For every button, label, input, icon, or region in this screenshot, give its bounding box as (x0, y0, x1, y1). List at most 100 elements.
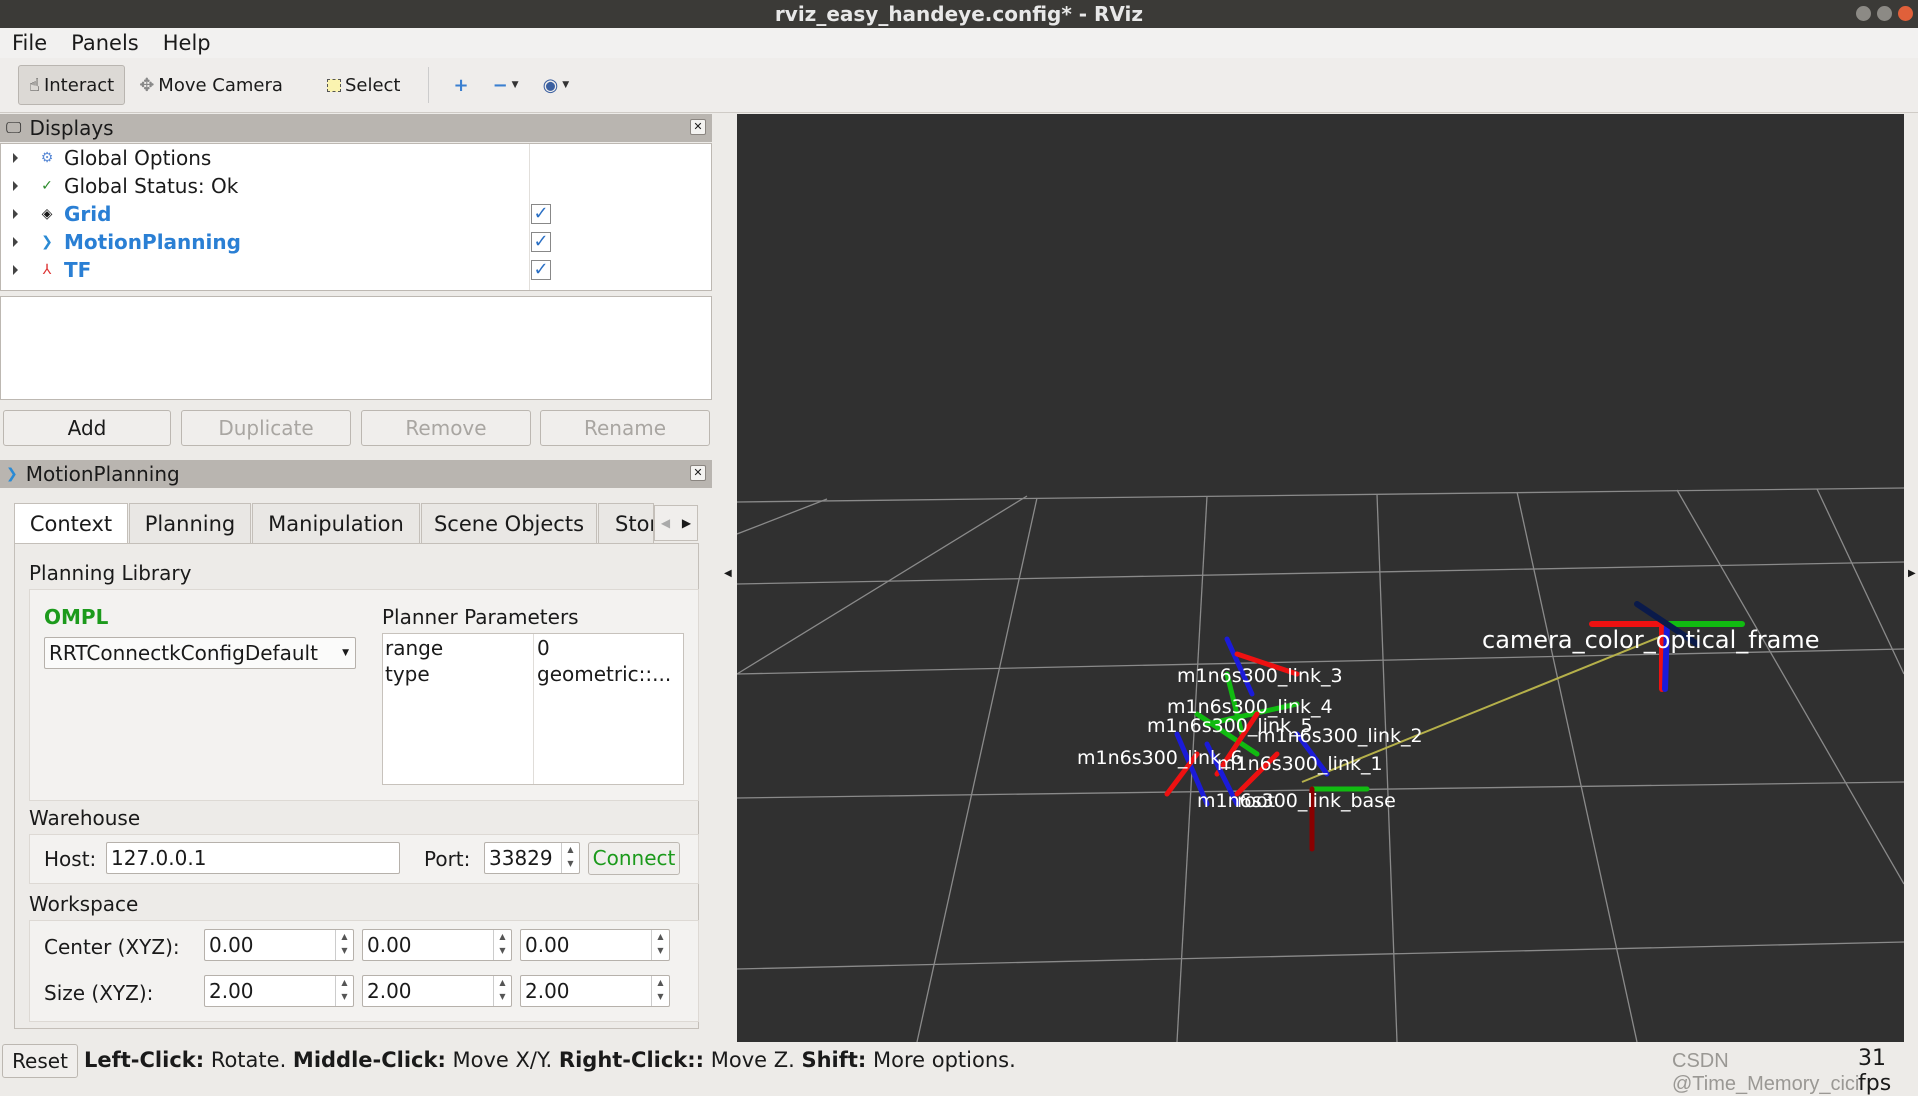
port-value: 33829 (489, 846, 553, 870)
value: 0.00 (209, 933, 254, 957)
spin-arrows-icon[interactable]: ▲ ▼ (561, 843, 579, 873)
expand-arrow-icon[interactable] (13, 265, 18, 275)
close-motionplanning-icon[interactable]: ✕ (690, 465, 706, 481)
close-button[interactable] (1898, 6, 1913, 21)
status-bar: Reset Left-Click: Rotate. Middle-Click: … (0, 1042, 1918, 1096)
value: 2.00 (525, 979, 570, 1003)
size-y-spinbox[interactable]: 2.00 ▲ ▼ (362, 975, 512, 1007)
close-displays-icon[interactable]: ✕ (690, 119, 706, 135)
display-item-global-status[interactable]: ✓ Global Status: Ok (1, 172, 711, 200)
tf-label: m1n6s300_link_6 (1077, 747, 1243, 769)
expand-arrow-icon[interactable] (13, 237, 18, 247)
maximize-button[interactable] (1877, 6, 1892, 21)
display-item-tf[interactable]: ⅄ TF ✓ (1, 256, 711, 284)
menu-bar: File Panels Help (0, 28, 1918, 58)
center-label: Center (XYZ): (44, 935, 180, 959)
tf-label: m1n6s300_link_base (1197, 790, 1396, 812)
camera-view-icon[interactable]: ◉ ▼ (533, 65, 580, 105)
item-label: Global Status: Ok (64, 174, 239, 198)
expand-arrow-icon[interactable] (13, 153, 18, 163)
motionplanning-checkbox[interactable]: ✓ (531, 232, 551, 252)
remove-button[interactable]: Remove (361, 410, 531, 446)
hint-text: More options. (866, 1048, 1016, 1072)
item-label: Global Options (64, 146, 212, 170)
displays-title: Displays (29, 116, 114, 140)
display-description-box (0, 296, 712, 400)
fps-counter: 31 fps (1858, 1046, 1892, 1096)
tf-axes-icon: ⅄ (42, 262, 52, 278)
tf-label: root (1237, 790, 1275, 812)
motionplanning-panel-header: ❯ MotionPlanning ✕ (0, 460, 712, 488)
tab-scroll-buttons[interactable]: ◀ ▶ (654, 505, 698, 541)
tab-planning[interactable]: Planning (129, 503, 251, 544)
spin-arrows-icon[interactable]: ▲ ▼ (651, 930, 669, 960)
collapse-left-icon[interactable]: ◀ (724, 568, 732, 579)
display-item-motionplanning[interactable]: ❯ MotionPlanning ✓ (1, 228, 711, 256)
menu-file[interactable]: File (0, 28, 59, 58)
reset-button[interactable]: Reset (2, 1044, 78, 1078)
gear-icon: ⚙ (40, 150, 54, 166)
interact-tool-button[interactable]: ☝ Interact (18, 65, 126, 105)
status-help-text: Left-Click: Rotate. Middle-Click: Move X… (84, 1048, 1016, 1072)
motion-planning-icon: ❯ (6, 466, 18, 482)
select-tool-button[interactable]: Select (317, 65, 411, 105)
port-spinbox[interactable]: 33829 ▲ ▼ (484, 842, 580, 874)
display-item-grid[interactable]: ◈ Grid ✓ (1, 200, 711, 228)
display-item-global-options[interactable]: ⚙ Global Options (1, 144, 711, 172)
chevron-down-icon: ▼ (342, 648, 349, 658)
move-icon: ✥ (139, 74, 155, 96)
tab-scene-objects[interactable]: Scene Objects (421, 503, 597, 544)
collapse-right-icon[interactable]: ▶ (1908, 568, 1916, 579)
grid-checkbox[interactable]: ✓ (531, 204, 551, 224)
planner-select[interactable]: RRTConnectkConfigDefault ▼ (44, 637, 356, 669)
expand-arrow-icon[interactable] (13, 181, 18, 191)
connect-button[interactable]: Connect (588, 842, 680, 875)
spin-arrows-icon[interactable]: ▲ ▼ (651, 976, 669, 1006)
host-input[interactable]: 127.0.0.1 (106, 842, 400, 874)
monitor-icon: 🖵 (6, 118, 22, 137)
hint-text: Rotate. (204, 1048, 293, 1072)
tab-context[interactable]: Context (14, 503, 128, 545)
spin-arrows-icon[interactable]: ▲ ▼ (335, 930, 353, 960)
window-title: rviz_easy_handeye.config* - RViz (774, 2, 1144, 26)
rename-button[interactable]: Rename (540, 410, 710, 446)
center-x-spinbox[interactable]: 0.00 ▲ ▼ (204, 929, 354, 961)
add-tool-icon[interactable]: + (443, 65, 478, 105)
menu-help[interactable]: Help (151, 28, 223, 58)
scroll-right-icon[interactable]: ▶ (682, 506, 691, 540)
value: 2.00 (367, 979, 412, 1003)
workspace-group: Center (XYZ): 0.00 ▲ ▼ 0.00 ▲ ▼ 0.00 ▲ ▼ Size … (29, 920, 699, 1022)
tf-checkbox[interactable]: ✓ (531, 260, 551, 280)
planning-library-label: Planning Library (29, 561, 192, 585)
scroll-left-icon[interactable]: ◀ (661, 506, 670, 540)
center-z-spinbox[interactable]: 0.00 ▲ ▼ (520, 929, 670, 961)
hint-key: Left-Click: (84, 1048, 205, 1072)
duplicate-button[interactable]: Duplicate (181, 410, 351, 446)
spin-arrows-icon[interactable]: ▲ ▼ (493, 976, 511, 1006)
toolbar: ☝ Interact ✥ Move Camera Select + − ▼ ◉ ▼ (0, 58, 1918, 113)
spin-arrows-icon[interactable]: ▲ ▼ (335, 976, 353, 1006)
remove-tool-icon[interactable]: − ▼ (483, 65, 529, 105)
tab-manipulation[interactable]: Manipulation (252, 503, 420, 544)
toolbar-divider (428, 67, 430, 103)
param-value[interactable]: geometric::... (537, 662, 671, 686)
minimize-button[interactable] (1856, 6, 1871, 21)
window-title-bar: rviz_easy_handeye.config* - RViz (0, 0, 1918, 28)
move-camera-tool-button[interactable]: ✥ Move Camera (129, 65, 293, 105)
expand-arrow-icon[interactable] (13, 209, 18, 219)
spin-arrows-icon[interactable]: ▲ ▼ (493, 930, 511, 960)
value: 2.00 (209, 979, 254, 1003)
3d-render-view[interactable]: m1n6s300_link_3 m1n6s300_link_4 m1n6s300… (736, 114, 1905, 1043)
center-y-spinbox[interactable]: 0.00 ▲ ▼ (362, 929, 512, 961)
param-value[interactable]: 0 (537, 636, 550, 660)
size-z-spinbox[interactable]: 2.00 ▲ ▼ (520, 975, 670, 1007)
add-button[interactable]: Add (3, 410, 171, 446)
interact-label: Interact (43, 74, 115, 96)
param-key: range (385, 636, 444, 660)
3d-scene[interactable]: m1n6s300_link_3 m1n6s300_link_4 m1n6s300… (736, 114, 1905, 1043)
item-label: TF (64, 258, 92, 282)
size-x-spinbox[interactable]: 2.00 ▲ ▼ (204, 975, 354, 1007)
menu-panels[interactable]: Panels (59, 28, 151, 58)
grid-icon: ◈ (41, 206, 53, 222)
tab-stored[interactable]: Stor (598, 503, 654, 544)
